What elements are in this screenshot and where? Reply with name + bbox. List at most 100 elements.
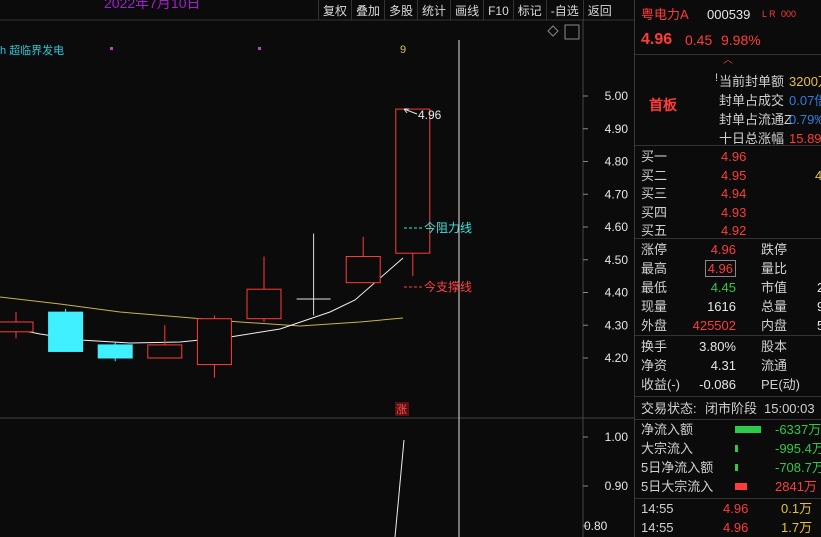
price-change: 0.45 [685, 32, 713, 48]
price-change-pct: 9.98% [721, 32, 761, 48]
quote-label-2: 总量 [761, 299, 788, 314]
flow-value: -708.7万 [775, 460, 821, 475]
quote-label-2: 量比 [761, 261, 788, 276]
pane-expand-icon[interactable] [564, 24, 580, 40]
price-tick-label: 4.80 [605, 155, 629, 169]
fundamental-value: 4.31 [710, 358, 736, 373]
bid-volume: 4 [815, 167, 821, 183]
fundamental-value: 3.80% [699, 339, 736, 354]
bid-row[interactable]: 买四 4.93 [635, 203, 821, 222]
event-marker [110, 47, 113, 50]
fundamental-label: 收益(-) [641, 377, 680, 392]
trade-status: 闭市阶段 [705, 401, 758, 416]
indicator-label: h 超临界发电 [0, 42, 64, 58]
toolbar-button[interactable]: 画线 [450, 0, 483, 20]
quote-row: 最高 4.96 量比 [635, 259, 821, 278]
quote-label-2: 市值 [761, 280, 788, 295]
toolbar-button[interactable]: 返回 [582, 0, 616, 20]
indicator-text: 超临界发电 [9, 45, 65, 57]
flow-bar [735, 426, 761, 433]
toolbar-button[interactable]: 统计 [417, 0, 450, 20]
bid-price: 4.95 [721, 167, 747, 183]
chevron-up-icon[interactable]: ︿ [715, 55, 741, 67]
tick-price: 4.96 [723, 501, 749, 516]
chart-date-title: 2022年7月10日 [104, 0, 201, 11]
trade-time: 15:00:03 [764, 401, 815, 416]
fundamental-label-2: 流通 [761, 358, 788, 373]
quote-value: 1616 [707, 299, 736, 314]
bid-label: 买三 [641, 186, 668, 201]
fundamental-row: 净资 4.31 流通 [635, 356, 821, 375]
price-tick-label: 4.30 [605, 318, 629, 332]
kline-chart[interactable]: 5.00 4.90 4.80 4.70 4.60 4.50 4.40 4.30 4.20 1.00… [0, 0, 634, 537]
flow-row: 大宗流入 -995.4万 [635, 439, 821, 458]
candle-body [48, 311, 84, 352]
tick-time: 14:55 [641, 520, 674, 535]
flow-row: 5日大宗流入 2841万 [635, 477, 821, 496]
flow-label: 大宗流入 [641, 441, 694, 456]
trade-status-label: 交易状态: [641, 401, 697, 416]
quote-label-2: 跌停 [761, 242, 788, 257]
quote-value-2: 2 [817, 280, 821, 295]
quote-value: 4.96 [704, 260, 736, 277]
stock-name[interactable]: 粤电力A [641, 5, 689, 24]
candle-body [345, 255, 381, 284]
chart-toolbar: 复权 叠加 多股 统计 画线 F10 标记 -自选 返回 [318, 0, 616, 20]
divider [635, 238, 821, 239]
flow-bar [735, 464, 738, 471]
flow-row: 净流入额 -6337万 [635, 420, 821, 439]
bid-label: 买二 [641, 167, 668, 183]
trade-status-row: 交易状态: 闭市阶段 15:00:03 [635, 399, 821, 418]
divider [635, 396, 821, 397]
seal-row: 封单占流通Z0.79‰ [635, 110, 821, 129]
seal-value: 0.07倍 [789, 93, 821, 108]
toolbar-button[interactable]: 复权 [318, 0, 351, 20]
quote-label: 最低 [641, 280, 668, 295]
tick-row: 14:55 4.96 0.1万 [635, 499, 821, 518]
toolbar-button[interactable]: 标记 [512, 0, 546, 20]
flow-value: -995.4万 [775, 441, 821, 456]
candle-body [246, 288, 282, 320]
seal-block: 首板 当前封单额3200万封单占成交0.07倍封单占流通Z0.79‰十日总涨幅1… [635, 68, 821, 146]
seal-value: 3200万 [789, 74, 821, 89]
tick-volume: 1.7万 [781, 520, 813, 535]
fundamental-label-2: 股本 [761, 339, 788, 354]
price-tick-label: 4.20 [605, 351, 629, 365]
support-label: 今支撑线 [424, 279, 472, 294]
toolbar-button[interactable]: F10 [483, 0, 513, 20]
toolbar-button[interactable]: 多股 [384, 0, 417, 20]
bid-price: 4.94 [721, 186, 747, 201]
quote-value-2: 9 [817, 299, 821, 314]
quote-label-2: 内盘 [761, 318, 788, 333]
quote-row: 外盘 425502 内盘 5 [635, 316, 821, 335]
price-tick-label: 4.50 [605, 253, 629, 267]
price-line: 4.96 0.45 9.98% [635, 29, 821, 51]
price-tick-label: 5.00 [605, 89, 629, 103]
bid-row[interactable]: 买一 4.96 [635, 147, 821, 166]
lower-tick-label: 1.00 [605, 430, 629, 444]
flow-value: 2841万 [775, 479, 817, 494]
quote-value-2: 5 [817, 318, 821, 333]
candle-body [196, 318, 232, 366]
fundamental-label-2: PE(动) [761, 377, 801, 392]
fundamental-row: 换手 3.80% 股本 [635, 337, 821, 356]
diamond-icon[interactable] [547, 25, 559, 37]
quote-value: 4.45 [710, 280, 736, 295]
flow-value: -6337万 [775, 422, 821, 437]
stock-code: 000539 [707, 7, 751, 22]
bid-row[interactable]: 买三 4.94 [635, 184, 821, 203]
quote-value: 4.96 [710, 242, 736, 257]
flow-label: 5日大宗流入 [641, 479, 714, 494]
bid-row[interactable]: 买二 4.95 4 [635, 166, 821, 185]
tick-row: 14:55 4.96 1.7万 [635, 518, 821, 537]
toolbar-button[interactable]: -自选 [545, 0, 583, 20]
seal-label: 封单占流通Z [719, 112, 792, 127]
seal-row: 封单占成交 0.07倍 [635, 91, 821, 110]
bid-price: 4.93 [721, 204, 747, 220]
lower-tick-label: 0.90 [605, 479, 629, 493]
fundamental-row: 收益(-) -0.086 PE(动) [635, 375, 821, 394]
toolbar-button[interactable]: 叠加 [351, 0, 384, 20]
divider [635, 335, 821, 336]
flow-row: 5日净流入额 -708.7万 [635, 458, 821, 477]
warning-icon: ! [715, 72, 719, 84]
